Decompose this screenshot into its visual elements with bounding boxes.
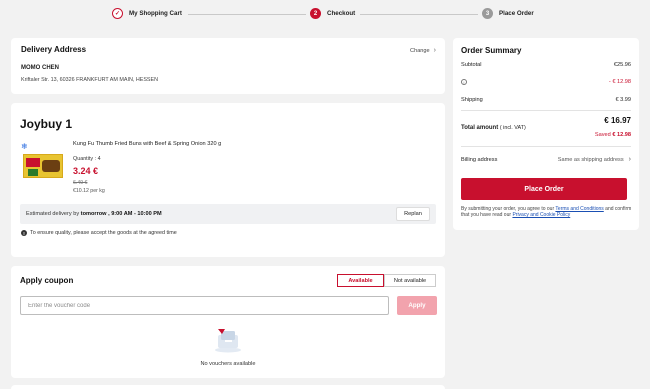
shipping-row: Shipping € 3.99 — [461, 97, 631, 103]
saved-label: Saved — [594, 132, 611, 138]
tab-available[interactable]: Available — [337, 274, 384, 287]
change-address-link[interactable]: Change › — [410, 47, 436, 54]
quality-note: ! To ensure quality, please accept the g… — [21, 230, 177, 236]
step-number: 3 — [482, 8, 493, 19]
quality-note-text: To ensure quality, please accept the goo… — [30, 230, 177, 236]
step-cart[interactable]: ✓ My Shopping Cart — [112, 8, 182, 19]
product-name[interactable]: Kung Fu Thumb Fried Buns with Beef & Spr… — [73, 141, 221, 147]
total-label-text: Total amount — [461, 125, 499, 131]
step-place-order: 3 Place Order — [482, 8, 534, 19]
recipient-name: MOMO CHEN — [21, 65, 59, 71]
subtotal-row: Subtotal €25.96 — [461, 62, 631, 68]
estimate-value: tomorrow , 9:00 AM - 10:00 PM — [80, 211, 162, 217]
terms-prefix: By submitting your order, you agree to o… — [461, 206, 555, 212]
apply-button[interactable]: Apply — [397, 296, 437, 315]
divider — [461, 110, 631, 111]
step-checkout: 2 Checkout — [310, 8, 355, 19]
total-suffix: ( incl. VAT) — [499, 125, 526, 131]
subtotal-label: Subtotal — [461, 62, 482, 68]
step-checkout-label: Checkout — [327, 10, 356, 17]
billing-address-row[interactable]: Billing address Same as shipping address… — [461, 156, 631, 163]
discount-row: i - € 12.98 — [461, 79, 631, 85]
total-value: € 16.97 — [604, 116, 631, 125]
product-image[interactable] — [23, 154, 63, 178]
terms-link[interactable]: Terms and Conditions — [555, 206, 603, 212]
chevron-right-icon: › — [433, 47, 436, 54]
replan-button[interactable]: Replan — [396, 207, 430, 221]
step-place-order-label: Place Order — [499, 10, 534, 17]
delivery-estimate-bar: Estimated delivery by tomorrow , 9:00 AM… — [20, 204, 436, 224]
chevron-right-icon: › — [628, 156, 631, 163]
step-connector — [360, 14, 478, 15]
step-number: 2 — [310, 8, 321, 19]
step-cart-label: My Shopping Cart — [129, 10, 182, 17]
privacy-link[interactable]: Privacy and Cookie Policy — [512, 212, 570, 218]
coupon-title: Apply coupon — [20, 276, 74, 285]
voucher-code-input[interactable] — [20, 296, 389, 315]
saved-value: € 12.98 — [612, 132, 631, 138]
step-connector — [188, 14, 306, 15]
info-icon[interactable]: i — [461, 79, 467, 85]
checkout-stepper: ✓ My Shopping Cart 2 Checkout 3 Place Or… — [0, 0, 650, 30]
seller-card: Joybuy 1 ❄ Kung Fu Thumb Fried Buns with… — [11, 103, 445, 257]
subtotal-value: €25.96 — [613, 62, 631, 68]
empty-voucher-icon — [215, 329, 241, 353]
shipping-label: Shipping — [461, 97, 483, 103]
coupon-card: Apply coupon Available Not available App… — [11, 266, 445, 378]
check-icon: ✓ — [112, 8, 123, 19]
estimate-prefix: Estimated delivery by — [26, 211, 80, 217]
order-summary-card: Order Summary Subtotal €25.96 i - € 12.9… — [453, 38, 639, 230]
delivery-estimate: Estimated delivery by tomorrow , 9:00 AM… — [26, 211, 162, 217]
product-price: 3.24 € — [73, 166, 99, 176]
billing-value: Same as shipping address — [557, 156, 624, 163]
product-old-price: 6.49 € — [73, 180, 88, 186]
change-label: Change — [410, 47, 430, 54]
billing-value-wrap: Same as shipping address › — [558, 156, 631, 163]
terms-text: By submitting your order, you agree to o… — [461, 206, 633, 219]
saved-amount: Saved € 12.98 — [595, 132, 631, 138]
delivery-title: Delivery Address — [21, 45, 87, 54]
seller-title: Joybuy 1 — [20, 117, 73, 131]
total-label: Total amount ( incl. VAT) — [461, 125, 526, 131]
price-per-kg: €10.12 per kg — [73, 188, 105, 194]
summary-title: Order Summary — [461, 46, 522, 55]
place-order-button[interactable]: Place Order — [461, 178, 627, 200]
delivery-address-card: Delivery Address Change › MOMO CHEN Krif… — [11, 38, 445, 94]
no-vouchers-text: No vouchers available — [200, 361, 256, 367]
divider — [461, 146, 631, 147]
address-line: Kriftaler Str. 13, 60326 FRANKFURT AM MA… — [21, 77, 159, 83]
product-quantity: Quantity : 4 — [73, 156, 101, 162]
tab-not-available[interactable]: Not available — [384, 274, 436, 287]
billing-label: Billing address — [461, 156, 498, 163]
discount-value: - € 12.98 — [608, 79, 631, 85]
info-icon: ! — [21, 230, 27, 236]
shipping-value: € 3.99 — [615, 97, 631, 103]
next-section-card — [11, 385, 445, 389]
frozen-icon: ❄ — [21, 142, 28, 151]
